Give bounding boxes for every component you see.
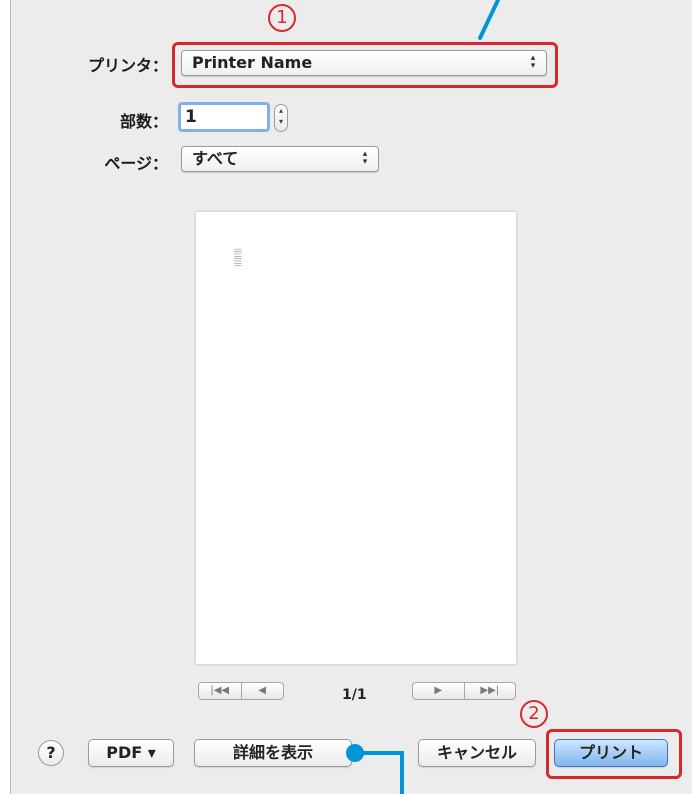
pdf-menu-button[interactable]: PDF ▾ bbox=[88, 739, 174, 767]
preview-page-content: |||||||| bbox=[234, 248, 242, 267]
copies-input[interactable]: 1 bbox=[178, 102, 270, 132]
first-page-icon[interactable]: |◀◀ bbox=[199, 683, 241, 699]
pages-label: ページ： bbox=[104, 154, 168, 173]
callout-line bbox=[400, 751, 404, 794]
printer-select[interactable]: Printer Name ▴ ▾ bbox=[181, 50, 547, 76]
copies-label: 部数： bbox=[119, 112, 168, 131]
next-page-icon[interactable]: ▶ bbox=[413, 683, 464, 699]
stepper-up-icon[interactable]: ▴ bbox=[275, 105, 287, 116]
callout-line bbox=[360, 751, 404, 755]
printer-select-value: Printer Name bbox=[192, 53, 313, 72]
callout-badge-2: 2 bbox=[520, 700, 548, 728]
pages-select[interactable]: すべて ▴ ▾ bbox=[181, 146, 379, 172]
callout-pointer-top bbox=[478, 0, 500, 40]
print-button[interactable]: プリント bbox=[554, 739, 668, 767]
preview-nav-back: |◀◀ ◀ bbox=[198, 682, 284, 700]
updown-arrows-icon: ▴ ▾ bbox=[530, 53, 536, 71]
preview-nav-forward: ▶ ▶▶| bbox=[412, 682, 516, 700]
updown-arrows-icon: ▴ ▾ bbox=[362, 149, 368, 167]
copies-stepper[interactable]: ▴ ▾ bbox=[274, 104, 288, 132]
page-indicator: 1/1 bbox=[342, 687, 367, 703]
pages-select-value: すべて bbox=[192, 149, 239, 168]
cancel-button[interactable]: キャンセル bbox=[418, 739, 536, 767]
callout-badge-1: 1 bbox=[268, 4, 296, 32]
help-button[interactable]: ? bbox=[38, 740, 64, 766]
page-preview: |||||||| bbox=[196, 212, 516, 664]
stepper-down-icon[interactable]: ▾ bbox=[275, 116, 287, 127]
printer-label: プリンタ： bbox=[87, 56, 168, 75]
show-details-button[interactable]: 詳細を表示 bbox=[194, 739, 352, 767]
last-page-icon[interactable]: ▶▶| bbox=[463, 683, 516, 699]
previous-page-icon[interactable]: ◀ bbox=[240, 683, 284, 699]
